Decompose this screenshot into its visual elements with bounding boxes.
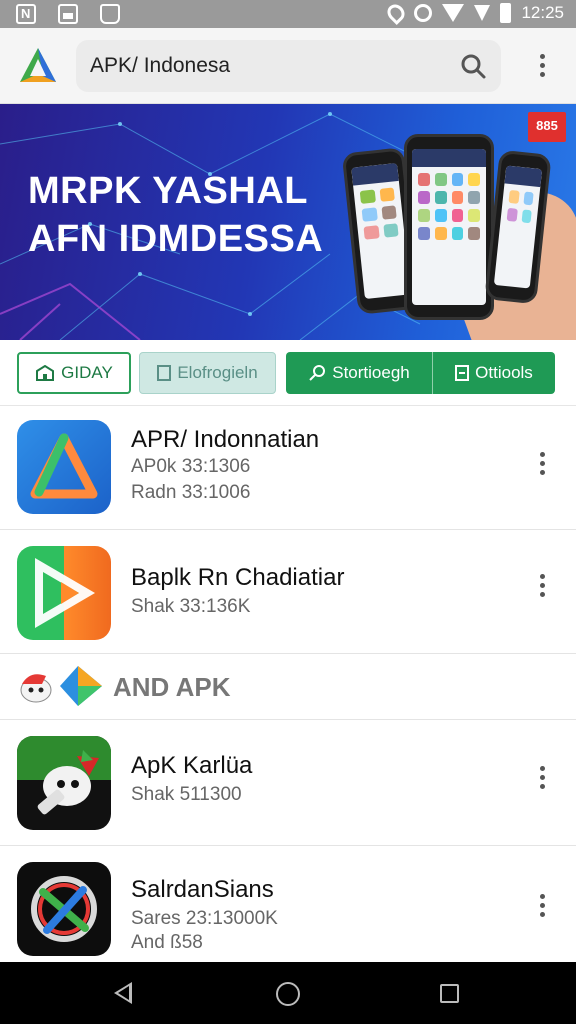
search-icon bbox=[309, 365, 326, 381]
image-icon bbox=[58, 4, 78, 24]
status-bar: 12:25 bbox=[0, 0, 576, 28]
rocket-mascot-app-icon bbox=[17, 736, 111, 830]
chip-elofrogieln[interactable]: Elofrogieln bbox=[139, 352, 276, 394]
list-item[interactable]: APR/ Indonnatian AP0k 33:1306 Radn 33:10… bbox=[0, 406, 576, 530]
search-input[interactable]: APK/ Indonesa bbox=[76, 40, 501, 92]
chip-label: Stortioegh bbox=[332, 363, 410, 382]
blue-triangle-app-icon bbox=[17, 420, 111, 514]
section-header: AND APK bbox=[0, 654, 576, 720]
list-item[interactable]: ApK Karlüa Shak 511300 bbox=[0, 720, 576, 846]
doc-icon bbox=[455, 365, 470, 381]
location-icon bbox=[384, 0, 409, 26]
play-arrow-app-icon bbox=[17, 546, 111, 640]
list-item[interactable]: Baplk Rn Chadiatiar Shak 33:136K bbox=[0, 530, 576, 654]
phone-illustration-center bbox=[404, 134, 494, 320]
promo-banner[interactable]: MRPK YASHAL AFN IDMDESSA 885 bbox=[0, 104, 576, 340]
mascot-icon bbox=[20, 674, 52, 703]
chip-label: Elofrogieln bbox=[177, 363, 258, 382]
more-vert-icon[interactable] bbox=[539, 452, 545, 475]
chip-giday[interactable]: GIDAY bbox=[17, 352, 131, 394]
back-icon[interactable] bbox=[114, 982, 132, 1004]
bag-icon bbox=[100, 4, 120, 24]
search-icon[interactable] bbox=[459, 52, 487, 80]
status-time: 12:25 bbox=[521, 3, 564, 22]
filter-chip-bar: GIDAY Elofrogieln Stortioegh Ottiools bbox=[0, 340, 576, 406]
app-title: APR/ Indonnatian bbox=[131, 426, 320, 453]
signal-icon bbox=[474, 5, 491, 21]
app-meta-line1: Shak 511300 bbox=[131, 784, 242, 805]
store-icon bbox=[36, 365, 55, 381]
app-meta-line2: Radn 33:1006 bbox=[131, 482, 251, 503]
app-meta-line2: And ß58 bbox=[131, 932, 203, 953]
system-nav-bar bbox=[0, 962, 576, 1024]
wifi-icon bbox=[442, 4, 465, 22]
chip-label: Ottiools bbox=[475, 363, 533, 382]
chip-stortioegh[interactable]: Stortioegh bbox=[286, 352, 432, 394]
app-meta-line1: Shak 33:136K bbox=[131, 596, 251, 617]
circle-x-app-icon bbox=[17, 862, 111, 956]
image-icon bbox=[157, 365, 172, 381]
home-icon[interactable] bbox=[276, 982, 300, 1006]
chip-label: GIDAY bbox=[61, 363, 113, 382]
more-vert-icon[interactable] bbox=[539, 894, 545, 917]
alarm-icon bbox=[414, 4, 433, 22]
list-item[interactable]: SalrdanSians Sares 23:13000K And ß58 bbox=[0, 846, 576, 962]
app-logo-icon[interactable] bbox=[18, 46, 58, 86]
app-title: SalrdanSians bbox=[131, 876, 274, 903]
banner-corner-badge: 885 bbox=[528, 112, 566, 142]
app-title: Baplk Rn Chadiatiar bbox=[131, 564, 345, 591]
app-title: ApK Karlüa bbox=[131, 752, 253, 779]
banner-title-line1: MRPK YASHAL bbox=[28, 170, 308, 212]
search-query: APK/ Indonesa bbox=[90, 54, 231, 77]
recents-icon[interactable] bbox=[440, 984, 459, 1003]
section-title: AND APK bbox=[113, 672, 231, 702]
banner-title-line2: AFN IDMDESSA bbox=[28, 218, 324, 260]
app-bar: APK/ Indonesa bbox=[0, 28, 576, 104]
app-meta-line1: Sares 23:13000K bbox=[131, 908, 278, 929]
more-vert-icon[interactable] bbox=[539, 766, 545, 789]
chip-ottiools[interactable]: Ottiools bbox=[432, 352, 555, 394]
more-vert-icon[interactable] bbox=[539, 54, 545, 77]
battery-icon bbox=[500, 3, 512, 23]
prism-icon bbox=[60, 666, 102, 706]
more-vert-icon[interactable] bbox=[539, 574, 545, 597]
notification-n-icon bbox=[16, 4, 36, 24]
app-meta-line1: AP0k 33:1306 bbox=[131, 456, 251, 477]
